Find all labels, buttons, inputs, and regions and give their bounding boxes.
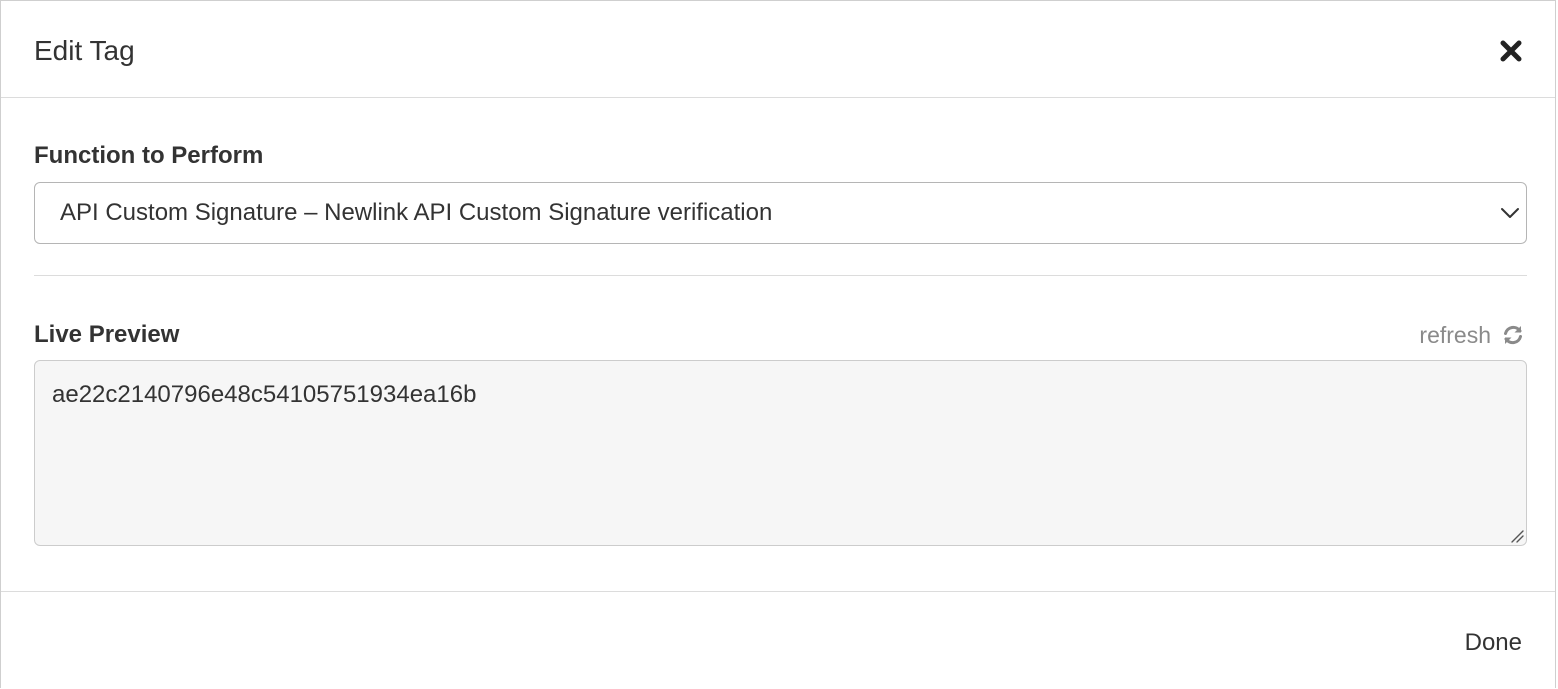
modal-title: Edit Tag [34,35,135,66]
edit-tag-modal: Edit Tag Function to Perform API Custom … [0,0,1556,688]
function-label: Function to Perform [34,142,264,169]
live-preview-value: ae22c2140796e48c54105751934ea16b [52,381,477,408]
done-button[interactable]: Done [1465,628,1522,658]
function-select[interactable]: API Custom Signature – Newlink API Custo… [34,182,1527,244]
modal-header: Edit Tag [1,1,1555,98]
close-icon [1500,40,1522,62]
resize-grip-icon[interactable] [1508,527,1524,543]
close-button[interactable] [1497,37,1525,65]
section-divider [34,275,1527,276]
live-preview-textarea[interactable]: ae22c2140796e48c54105751934ea16b [34,360,1527,546]
modal-body: Function to Perform API Custom Signature… [1,98,1555,592]
chevron-down-icon [1501,208,1519,218]
refresh-label: refresh [1419,322,1491,348]
refresh-link[interactable]: refresh [1419,320,1525,350]
live-preview-label: Live Preview [34,321,180,348]
modal-footer: Done [1,592,1555,689]
refresh-icon [1504,325,1522,345]
function-select-value: API Custom Signature – Newlink API Custo… [60,199,773,226]
